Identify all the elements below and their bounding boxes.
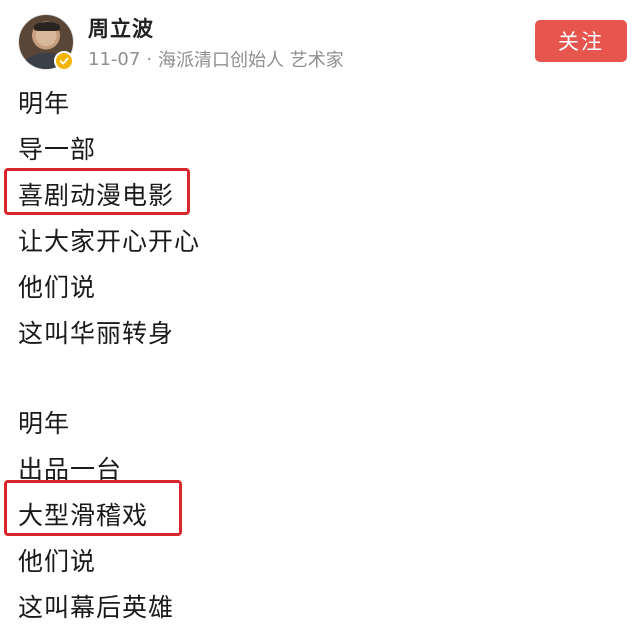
post-line: 他们说 <box>18 547 97 576</box>
meta-separator: · <box>146 48 153 70</box>
avatar-hair <box>34 22 60 31</box>
author-bio: 海派清口创始人 艺术家 <box>158 50 344 71</box>
post-line: 他们说 <box>18 273 97 302</box>
follow-button[interactable]: 关注 <box>535 20 627 62</box>
post-line: 导一部 <box>18 135 97 164</box>
post-date: 11-07 <box>88 48 141 70</box>
post-line: 这叫华丽转身 <box>18 319 175 348</box>
highlight-box <box>4 480 182 536</box>
author-name[interactable]: 周立波 <box>88 13 154 43</box>
verified-badge-icon <box>54 51 74 71</box>
highlight-box <box>4 168 190 215</box>
post-line: 明年 <box>18 89 71 118</box>
post-line: 让大家开心开心 <box>18 227 201 256</box>
post-header: 周立波 11-07 · 海派清口创始人 艺术家 关注 <box>0 0 640 78</box>
post-line: 明年 <box>18 409 71 438</box>
checkmark-icon <box>59 57 69 65</box>
post-meta: 11-07 · 海派清口创始人 艺术家 <box>88 46 344 72</box>
post-line: 这叫幕后英雄 <box>18 593 175 622</box>
